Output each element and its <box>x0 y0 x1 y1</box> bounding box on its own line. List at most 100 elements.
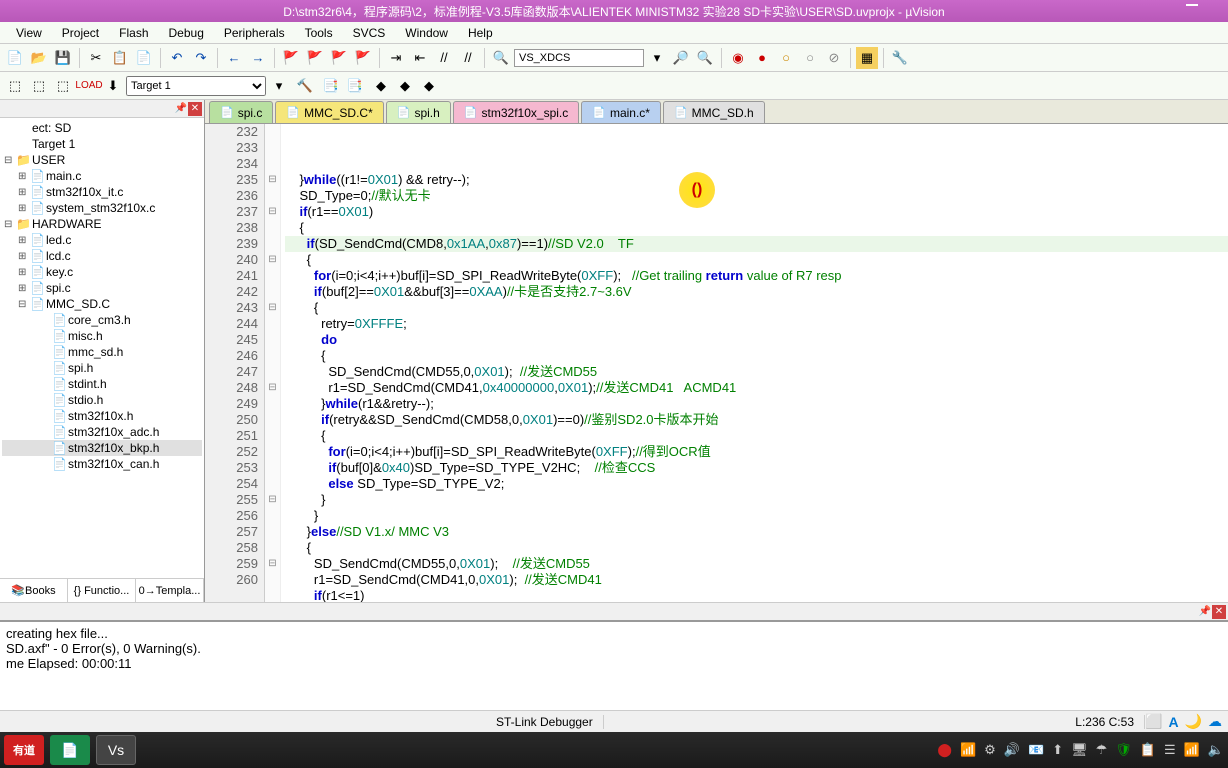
tree-item[interactable]: ⊞📄main.c <box>2 168 202 184</box>
tray-icon[interactable]: ⬆ <box>1052 742 1063 758</box>
tree-item[interactable]: ect: SD <box>2 120 202 136</box>
tree-item[interactable]: 📄stm32f10x_adc.h <box>2 424 202 440</box>
tray-icon[interactable]: 🔈 <box>1208 742 1224 758</box>
build-icon[interactable]: ⬚ <box>28 75 50 97</box>
caps-icon[interactable]: ⬜ <box>1145 713 1162 730</box>
download-icon[interactable]: ⬇ <box>102 75 124 97</box>
menu-peripherals[interactable]: Peripherals <box>214 24 295 42</box>
breakpoint-insert-icon[interactable]: ● <box>751 47 773 69</box>
new-file-icon[interactable]: 📄 <box>4 47 26 69</box>
bookmark-prev-icon[interactable]: 🚩 <box>328 47 350 69</box>
tray-icon[interactable]: 🖥 <box>1071 742 1088 758</box>
taskbar-pdf[interactable]: 📄 <box>50 735 90 765</box>
nav-fwd-icon[interactable]: → <box>247 47 269 69</box>
tree-item[interactable]: ⊟📁USER <box>2 152 202 168</box>
bookmark-icon[interactable]: 🚩 <box>280 47 302 69</box>
window-layout-icon[interactable]: ▦ <box>856 47 878 69</box>
bookmark-clear-icon[interactable]: 🚩 <box>352 47 374 69</box>
paste-icon[interactable]: 📄 <box>133 47 155 69</box>
translate-icon[interactable]: ⬚ <box>4 75 26 97</box>
moon-icon[interactable]: 🌙 <box>1185 713 1202 730</box>
sidebar-tab[interactable]: {} Functio... <box>68 579 136 602</box>
comment-icon[interactable]: // <box>433 47 455 69</box>
code-area[interactable]: 2322332342352362372382392402412422432442… <box>205 124 1228 602</box>
tray-icon[interactable]: ☂ <box>1096 742 1108 758</box>
close-icon[interactable]: ✕ <box>188 102 202 116</box>
tree-item[interactable]: 📄stm32f10x_can.h <box>2 456 202 472</box>
taskbar-youdao[interactable]: 有道 <box>4 735 44 765</box>
tray-icon[interactable]: 📶 <box>960 742 976 758</box>
file-ext-icon[interactable]: 📑 <box>320 75 342 97</box>
manage-icon[interactable]: 📑 <box>344 75 366 97</box>
tray-icon[interactable]: 📧 <box>1028 742 1044 758</box>
close-icon[interactable]: ✕ <box>1212 605 1226 619</box>
tray-icon[interactable]: 🔊 <box>1004 742 1020 758</box>
file-tab[interactable]: 📄main.c* <box>581 101 661 123</box>
nav-back-icon[interactable]: ← <box>223 47 245 69</box>
tree-item[interactable]: Target 1 <box>2 136 202 152</box>
debug-icon[interactable]: ◉ <box>727 47 749 69</box>
taskbar-vs[interactable]: Vs <box>96 735 136 765</box>
tree-item[interactable]: 📄mmc_sd.h <box>2 344 202 360</box>
minimize-button[interactable] <box>1186 4 1198 6</box>
find-dropdown-icon[interactable]: ▾ <box>646 47 668 69</box>
tree-item[interactable]: 📄stm32f10x_bkp.h <box>2 440 202 456</box>
pin-icon[interactable]: 📌 <box>174 102 188 116</box>
file-tab[interactable]: 📄spi.h <box>386 101 451 123</box>
menu-window[interactable]: Window <box>395 24 458 42</box>
fold-column[interactable]: ⊟⊟⊟⊟⊟⊟⊟ <box>265 124 281 602</box>
tree-item[interactable]: ⊞📄system_stm32f10x.c <box>2 200 202 216</box>
tree-item[interactable]: 📄core_cm3.h <box>2 312 202 328</box>
uncomment-icon[interactable]: // <box>457 47 479 69</box>
menu-svcs[interactable]: SVCS <box>343 24 396 42</box>
tree-item[interactable]: ⊞📄led.c <box>2 232 202 248</box>
file-tab[interactable]: 📄stm32f10x_spi.c <box>453 101 579 123</box>
incremental-find-icon[interactable]: 🔍 <box>694 47 716 69</box>
tray-icon[interactable]: 🛡 <box>1115 742 1132 758</box>
target-select[interactable]: Target 1 <box>126 76 266 96</box>
tray-icon[interactable]: ⬤ <box>937 742 952 758</box>
cut-icon[interactable]: ✂ <box>85 47 107 69</box>
menu-project[interactable]: Project <box>52 24 109 42</box>
build-output[interactable]: creating hex file...SD.axf" - 0 Error(s)… <box>0 620 1228 710</box>
rebuild-icon[interactable]: ⬚ <box>52 75 74 97</box>
file-tab[interactable]: 📄MMC_SD.h <box>663 101 765 123</box>
bookmark-next-icon[interactable]: 🚩 <box>304 47 326 69</box>
tray-icon[interactable]: ☰ <box>1164 742 1176 758</box>
indent-icon[interactable]: ⇥ <box>385 47 407 69</box>
find-icon[interactable]: 🔍 <box>490 47 512 69</box>
breakpoint-kill-icon[interactable]: ⊘ <box>823 47 845 69</box>
batch-build-icon[interactable]: LOAD <box>78 75 100 97</box>
tree-item[interactable]: ⊟📁HARDWARE <box>2 216 202 232</box>
outdent-icon[interactable]: ⇤ <box>409 47 431 69</box>
target-options-icon[interactable]: ▾ <box>268 75 290 97</box>
file-tab[interactable]: 📄spi.c <box>209 101 273 123</box>
pack-icon[interactable]: ◆ <box>370 75 392 97</box>
configure-icon[interactable]: 🔧 <box>889 47 911 69</box>
cloud-icon[interactable]: ☁ <box>1208 713 1222 730</box>
redo-icon[interactable]: ↷ <box>190 47 212 69</box>
code-content[interactable]: () }while((r1!=0X01) && retry--); SD_Typ… <box>281 124 1228 602</box>
sidebar-tab[interactable]: 📚Books <box>0 579 68 602</box>
pack3-icon[interactable]: ◆ <box>418 75 440 97</box>
tree-item[interactable]: 📄stm32f10x.h <box>2 408 202 424</box>
menu-debug[interactable]: Debug <box>159 24 214 42</box>
copy-icon[interactable]: 📋 <box>109 47 131 69</box>
undo-icon[interactable]: ↶ <box>166 47 188 69</box>
tree-item[interactable]: ⊞📄spi.c <box>2 280 202 296</box>
breakpoint-enable-icon[interactable]: ○ <box>775 47 797 69</box>
tray-icon[interactable]: 📶 <box>1184 742 1200 758</box>
a-icon[interactable]: A <box>1168 714 1178 730</box>
options-icon[interactable]: 🔨 <box>294 75 316 97</box>
tree-item[interactable]: ⊞📄lcd.c <box>2 248 202 264</box>
tree-item[interactable]: ⊞📄stm32f10x_it.c <box>2 184 202 200</box>
pack2-icon[interactable]: ◆ <box>394 75 416 97</box>
tree-item[interactable]: ⊞📄key.c <box>2 264 202 280</box>
tree-item[interactable]: 📄spi.h <box>2 360 202 376</box>
save-icon[interactable]: 💾 <box>52 47 74 69</box>
tray-icon[interactable]: ⚙ <box>984 742 996 758</box>
find-input[interactable] <box>514 49 644 67</box>
tree-item[interactable]: 📄stdio.h <box>2 392 202 408</box>
breakpoint-disable-icon[interactable]: ○ <box>799 47 821 69</box>
menu-view[interactable]: View <box>6 24 52 42</box>
